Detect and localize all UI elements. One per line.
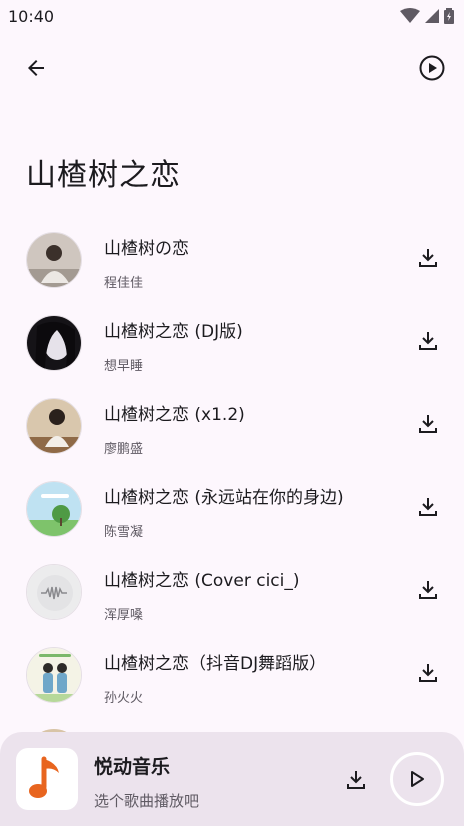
- song-artist: 想早睡: [104, 359, 144, 374]
- play-all-button[interactable]: [408, 44, 456, 92]
- arrow-left-icon: [28, 60, 44, 76]
- back-button[interactable]: [12, 44, 60, 92]
- play-circle-icon: [419, 55, 445, 81]
- list-item[interactable]: 山楂树之恋 (x1.2) 廖鹏盛: [0, 384, 464, 467]
- status-bar: 10:40: [0, 0, 464, 32]
- song-title: 山楂树の恋: [104, 239, 189, 259]
- download-icon: [419, 581, 437, 599]
- mini-player-play-button[interactable]: [390, 752, 444, 806]
- song-list: 山楂树の恋 程佳佳 山楂树之恋 (DJ版) 想早睡 山楂树之恋 (x1.2) 廖…: [0, 218, 464, 716]
- mini-player-title: 悦动音乐: [94, 756, 171, 778]
- battery-icon: [444, 8, 454, 24]
- song-title: 山楂树之恋 (永远站在你的身边): [104, 488, 344, 508]
- mini-player[interactable]: 悦动音乐 选个歌曲播放吧: [0, 732, 464, 826]
- play-icon: [411, 771, 424, 787]
- list-item[interactable]: 山楂树之恋 (Cover cici_) 浑厚嗓: [0, 550, 464, 633]
- song-title: 山楂树之恋 (Cover cici_): [104, 571, 300, 591]
- download-icon: [419, 332, 437, 350]
- song-artist: 浑厚嗓: [104, 608, 144, 623]
- song-cover-image: [26, 564, 82, 620]
- status-icons: [400, 8, 454, 24]
- download-icon: [419, 664, 437, 682]
- song-title: 山楂树之恋 (DJ版): [104, 322, 243, 342]
- download-button[interactable]: [406, 485, 450, 529]
- list-item[interactable]: 山楂树の恋 程佳佳: [0, 218, 464, 301]
- download-button[interactable]: [406, 236, 450, 280]
- status-time: 10:40: [8, 6, 55, 26]
- mini-player-download-button[interactable]: [334, 758, 378, 802]
- song-cover-image: [26, 315, 82, 371]
- download-button[interactable]: [406, 651, 450, 695]
- signal-icon: [425, 9, 439, 23]
- song-artist: 孙火火: [104, 691, 144, 706]
- song-title: 山楂树之恋 (x1.2): [104, 405, 245, 425]
- song-artist: 陈雪凝: [104, 525, 144, 540]
- page-title: 山楂树之恋: [26, 158, 181, 193]
- song-artist: 程佳佳: [104, 276, 144, 291]
- song-cover-image: [26, 232, 82, 288]
- list-item[interactable]: 山楂树之恋 (DJ版) 想早睡: [0, 301, 464, 384]
- download-icon: [419, 249, 437, 267]
- song-cover-image: [26, 398, 82, 454]
- music-note-icon: [29, 756, 59, 798]
- song-cover-image: [26, 647, 82, 703]
- download-icon: [419, 498, 437, 516]
- song-cover-image: [26, 481, 82, 537]
- mini-player-cover: [16, 748, 78, 810]
- download-icon: [419, 415, 437, 433]
- download-button[interactable]: [406, 402, 450, 446]
- wifi-icon: [400, 8, 420, 23]
- download-button[interactable]: [406, 568, 450, 612]
- song-title: 山楂树之恋（抖音DJ舞蹈版）: [104, 654, 327, 674]
- song-artist: 廖鹏盛: [104, 442, 144, 457]
- top-app-bar: [0, 44, 464, 92]
- download-button[interactable]: [406, 319, 450, 363]
- download-icon: [347, 771, 365, 789]
- mini-player-subtitle: 选个歌曲播放吧: [94, 792, 200, 810]
- list-item[interactable]: 山楂树之恋 (永远站在你的身边) 陈雪凝: [0, 467, 464, 550]
- list-item[interactable]: 山楂树之恋（抖音DJ舞蹈版） 孙火火: [0, 633, 464, 716]
